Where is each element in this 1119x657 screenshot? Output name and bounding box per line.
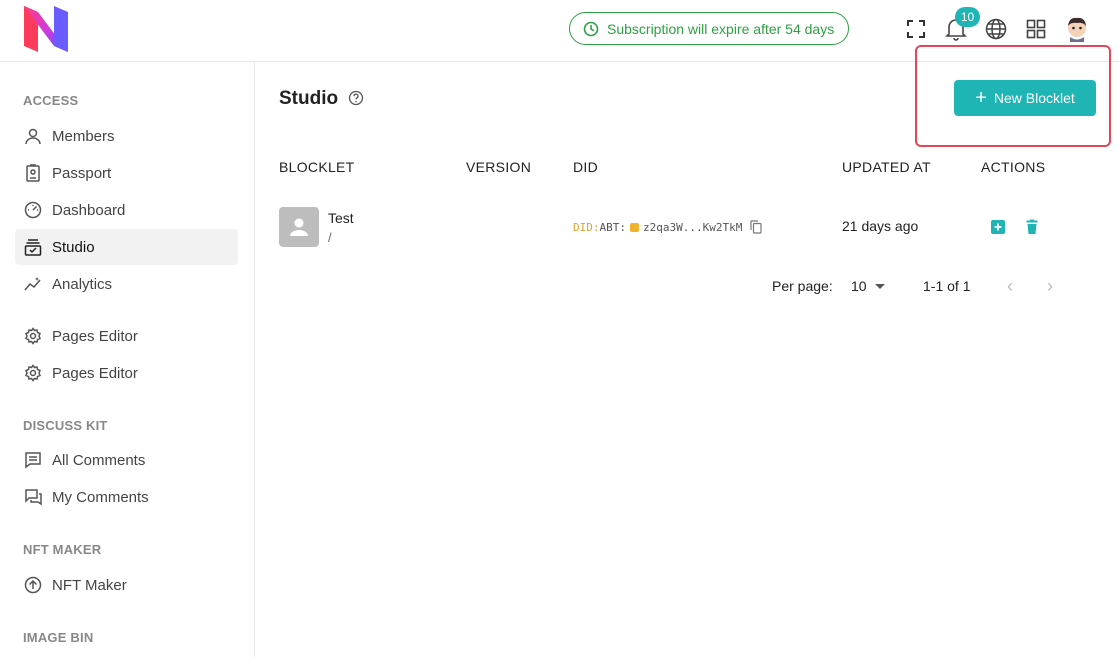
user-avatar[interactable] [1065, 16, 1089, 42]
app-logo[interactable] [24, 6, 68, 52]
sidebar-item-label: Dashboard [52, 201, 126, 219]
sidebar-item-members[interactable]: Members [15, 118, 238, 154]
chevron-left-icon[interactable]: ‹ [1002, 277, 1018, 295]
pagination-range: 1-1 of 1 [923, 278, 971, 294]
blocklet-path: / [328, 230, 332, 245]
column-header-version[interactable]: VERSION [466, 159, 531, 175]
gear-icon [23, 326, 43, 346]
did-avatar-icon [630, 222, 639, 232]
sidebar-item-my-comments[interactable]: My Comments [15, 479, 238, 515]
sidebar-item-studio[interactable]: Studio [15, 229, 238, 265]
sidebar-item-pages-editor-2[interactable]: Pages Editor [15, 355, 238, 391]
chevron-down-icon [874, 283, 885, 289]
new-blocklet-button[interactable]: + New Blocklet [954, 80, 1096, 116]
column-header-actions: ACTIONS [981, 159, 1046, 175]
sidebar-item-label: All Comments [52, 451, 146, 469]
gauge-icon [23, 200, 43, 220]
blocklet-name[interactable]: Test [328, 210, 354, 226]
section-title-nft-maker: NFT MAKER [23, 542, 102, 557]
page-title: Studio [279, 88, 339, 109]
updated-at: 21 days ago [842, 218, 919, 234]
sidebar-item-label: Pages Editor [52, 327, 138, 345]
studio-icon [23, 237, 43, 257]
add-component-icon[interactable] [990, 219, 1006, 235]
person-placeholder-icon [290, 218, 308, 236]
clock-icon [583, 21, 599, 36]
gear-icon [23, 363, 43, 383]
chevron-right-icon[interactable]: › [1042, 277, 1058, 295]
sidebar-item-nft-maker[interactable]: NFT Maker [15, 567, 238, 603]
sidebar-item-all-comments[interactable]: All Comments [15, 442, 238, 478]
sidebar-item-pages-editor[interactable]: Pages Editor [15, 318, 238, 354]
sidebar-item-label: Passport [52, 164, 112, 182]
did-prefix: DID: [573, 220, 600, 234]
sidebar-item-passport[interactable]: Passport [15, 155, 238, 191]
subscription-notice[interactable]: Subscription will expire after 54 days [569, 12, 849, 45]
did-type: ABT: [599, 220, 627, 234]
section-title-image-bin: IMAGE BIN [23, 630, 94, 645]
column-header-did[interactable]: DID [573, 159, 598, 175]
analytics-icon [23, 274, 43, 294]
did-address: z2qa3W...Kw2TkM [643, 220, 743, 234]
sidebar-item-label: Pages Editor [52, 364, 138, 382]
section-title-access: ACCESS [23, 93, 79, 108]
section-title-discuss-kit: DISCUSS KIT [23, 418, 108, 433]
person-icon [23, 126, 43, 146]
help-icon[interactable] [348, 90, 364, 106]
comments-icon [23, 450, 43, 470]
sidebar: ACCESS Members Passport Dashboard Studio… [0, 62, 255, 657]
my-comments-icon [23, 487, 43, 507]
notification-badge: 10 [955, 7, 980, 27]
sidebar-item-label: Studio [52, 238, 95, 256]
sidebar-item-label: My Comments [52, 488, 149, 506]
plus-icon: + [975, 87, 987, 109]
did-value: DID: ABT: z2qa3W...Kw2TkM [573, 220, 762, 234]
sidebar-item-label: Analytics [52, 275, 113, 293]
sidebar-item-label: NFT Maker [52, 576, 127, 594]
delete-icon[interactable] [1024, 219, 1040, 235]
blocklet-avatar [279, 207, 319, 247]
apps-grid-icon[interactable] [1024, 17, 1048, 41]
per-page-label: Per page: [772, 278, 833, 294]
sidebar-item-analytics[interactable]: Analytics [15, 266, 238, 302]
subscription-text: Subscription will expire after 54 days [607, 20, 835, 37]
globe-icon[interactable] [984, 17, 1008, 41]
passport-icon [23, 163, 43, 183]
per-page-select[interactable]: 10 [851, 278, 885, 294]
column-header-blocklet[interactable]: BLOCKLET [279, 159, 355, 175]
fullscreen-icon[interactable] [904, 17, 928, 41]
new-blocklet-label: New Blocklet [993, 90, 1075, 106]
column-header-updated-at[interactable]: UPDATED AT [842, 159, 931, 175]
copy-icon[interactable] [750, 220, 762, 234]
per-page-value: 10 [851, 278, 867, 294]
sidebar-item-dashboard[interactable]: Dashboard [15, 192, 238, 228]
sidebar-item-label: Members [52, 127, 115, 145]
upload-circle-icon [23, 575, 43, 595]
